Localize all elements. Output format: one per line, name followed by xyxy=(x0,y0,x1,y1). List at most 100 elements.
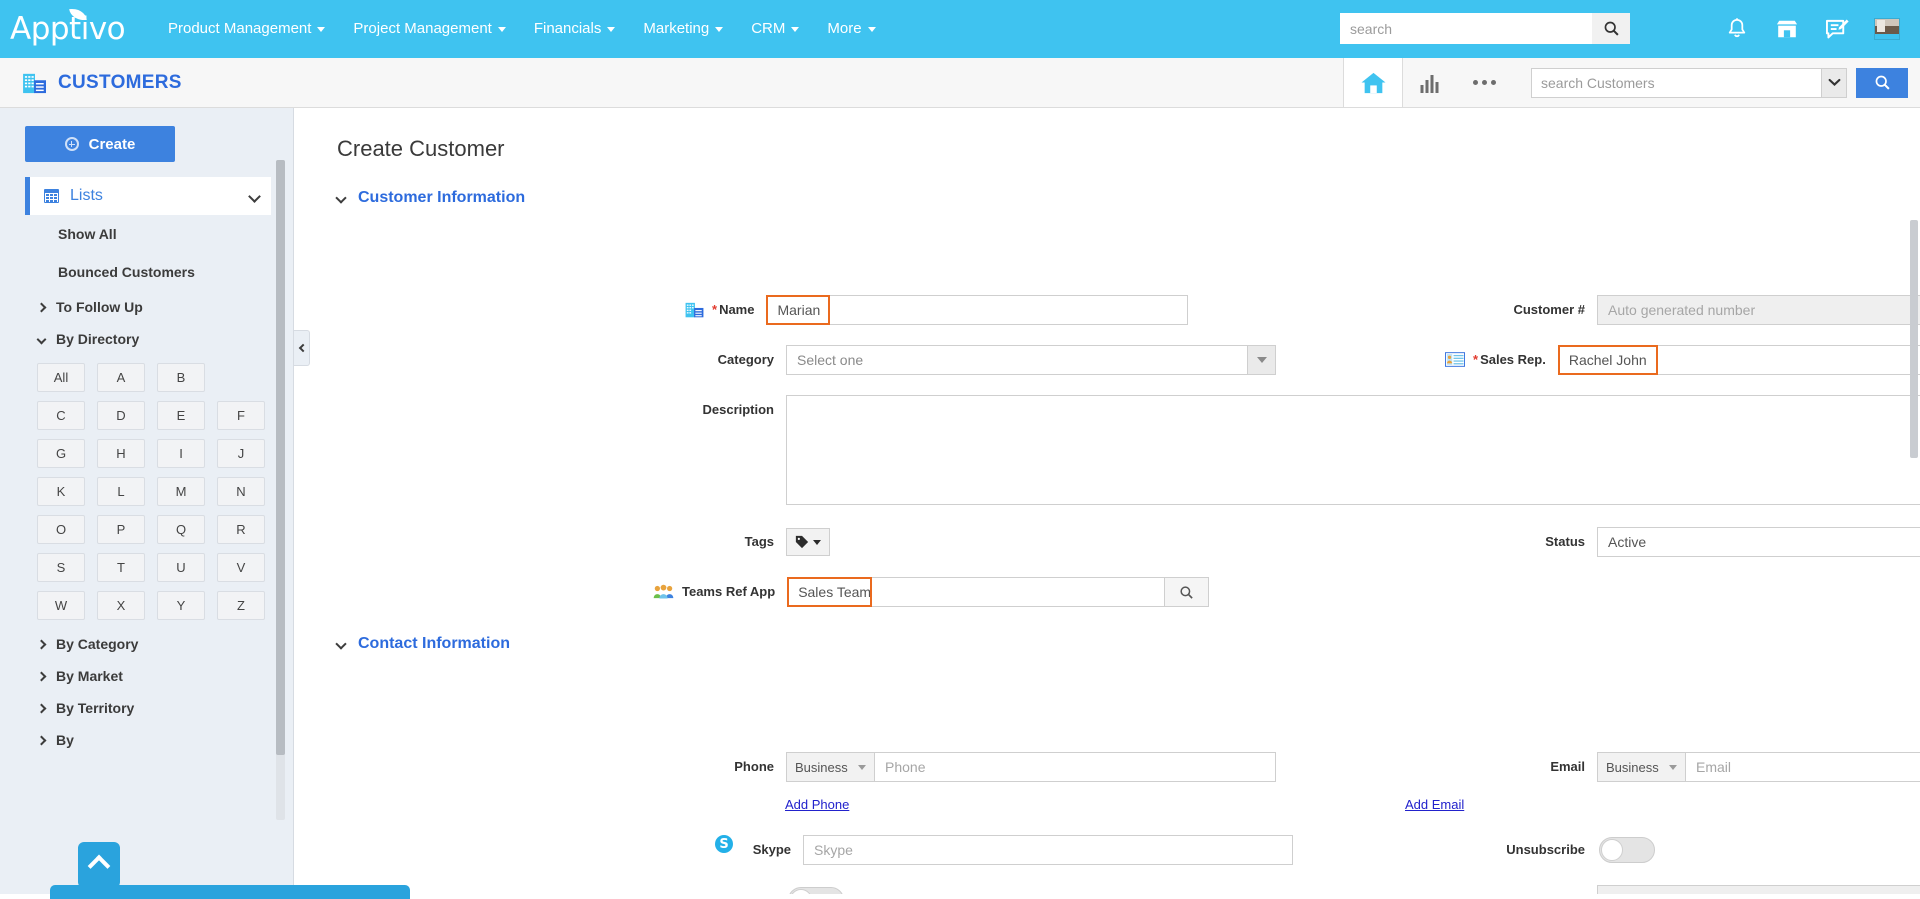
directory-letter-j[interactable]: J xyxy=(217,439,265,468)
directory-letter-q[interactable]: Q xyxy=(157,515,205,544)
sidebar-group-by-market[interactable]: By Market xyxy=(36,660,293,692)
directory-letter-o[interactable]: O xyxy=(37,515,85,544)
directory-letter-c[interactable]: C xyxy=(37,401,85,430)
main-scrollbar[interactable] xyxy=(1910,220,1918,458)
letter-label: T xyxy=(117,560,125,575)
sidebar-group-by-territory[interactable]: By Territory xyxy=(36,692,293,724)
nav-item-financials[interactable]: Financials xyxy=(520,0,630,58)
nav-item-more[interactable]: More xyxy=(813,0,889,58)
nav-item-project-management[interactable]: Project Management xyxy=(339,0,519,58)
field-row-tags: Tags xyxy=(685,527,830,557)
directory-letter-y[interactable]: Y xyxy=(157,591,205,620)
global-search-button[interactable] xyxy=(1592,13,1630,44)
letter-label: V xyxy=(236,560,246,575)
create-button[interactable]: Create xyxy=(25,126,175,162)
field-label-teams-ref-app: Teams Ref App xyxy=(682,584,776,599)
toggle-knob xyxy=(1601,839,1623,861)
sidebar-scrollbar[interactable] xyxy=(276,160,285,820)
app-search-button[interactable] xyxy=(1856,67,1908,98)
nav-label: More xyxy=(827,20,862,37)
sales-rep-input[interactable] xyxy=(1557,345,1920,375)
scroll-to-top-button[interactable] xyxy=(78,842,120,888)
nav-item-product-management[interactable]: Product Management xyxy=(154,0,339,58)
teams-ref-app-search-button[interactable] xyxy=(1165,577,1210,607)
directory-letter-d[interactable]: D xyxy=(97,401,145,430)
directory-letter-e[interactable]: E xyxy=(157,401,205,430)
nav-item-marketing[interactable]: Marketing xyxy=(629,0,737,58)
nav-label: Project Management xyxy=(353,20,492,37)
more-options-button[interactable] xyxy=(1457,58,1511,107)
note-edit-icon xyxy=(1825,19,1849,38)
directory-letter-l[interactable]: L xyxy=(97,477,145,506)
reports-button[interactable] xyxy=(1403,58,1457,107)
main-content: Create Customer Customer Information * Na… xyxy=(295,108,1920,894)
directory-letter-x[interactable]: X xyxy=(97,591,145,620)
email-type-select[interactable]: Business xyxy=(1597,752,1685,782)
customer-number-input[interactable] xyxy=(1597,295,1920,325)
apptivo-logo[interactable]: Apptivo xyxy=(10,6,132,49)
home-button[interactable] xyxy=(1344,58,1402,107)
directory-letter-n[interactable]: N xyxy=(217,477,265,506)
email-input[interactable] xyxy=(1685,752,1920,782)
field-row-customer-number: Customer # xyxy=(1475,295,1920,325)
sidebar-group-by-other[interactable]: By xyxy=(36,724,293,756)
directory-letter-a[interactable]: A xyxy=(97,363,145,392)
add-email-link[interactable]: Add Email xyxy=(1405,797,1464,812)
unsubscribe-toggle[interactable] xyxy=(1599,837,1655,863)
directory-letter-b[interactable]: B xyxy=(157,363,205,392)
teams-ref-app-input[interactable] xyxy=(787,577,1166,607)
global-search-input[interactable] xyxy=(1340,13,1592,44)
phone-input[interactable] xyxy=(874,752,1276,782)
directory-letter-g[interactable]: G xyxy=(37,439,85,468)
name-input[interactable] xyxy=(766,295,1189,325)
letter-label: C xyxy=(56,408,66,423)
grid-icon xyxy=(44,189,59,203)
notes-button[interactable] xyxy=(1812,0,1862,58)
sidebar-group-by-directory[interactable]: By Directory xyxy=(36,323,293,355)
user-avatar-button[interactable] xyxy=(1862,0,1912,58)
directory-letter-f[interactable]: F xyxy=(217,401,265,430)
directory-letter-w[interactable]: W xyxy=(37,591,85,620)
field-label-tags: Tags xyxy=(744,534,774,549)
status-select[interactable]: Active xyxy=(1597,527,1920,557)
nav-label: Marketing xyxy=(643,20,710,37)
sidebar-item-show-all[interactable]: Show All xyxy=(58,215,293,253)
letter-label: E xyxy=(176,408,186,423)
sidebar-item-bounced-customers[interactable]: Bounced Customers xyxy=(58,253,293,291)
directory-letter-k[interactable]: K xyxy=(37,477,85,506)
app-search-input[interactable] xyxy=(1531,67,1821,98)
phone-type-select[interactable]: Business xyxy=(786,752,874,782)
bounced-reason-textarea[interactable] xyxy=(1597,885,1920,894)
sidebar-item-lists[interactable]: Lists xyxy=(25,177,271,215)
directory-letter-z[interactable]: Z xyxy=(217,591,265,620)
directory-letter-i[interactable]: I xyxy=(157,439,205,468)
sidebar-group-label: By Directory xyxy=(56,331,140,347)
tags-dropdown-button[interactable] xyxy=(786,528,830,556)
nav-item-crm[interactable]: CRM xyxy=(737,0,813,58)
directory-letter-h[interactable]: H xyxy=(97,439,145,468)
category-select[interactable]: Select one xyxy=(786,345,1276,375)
directory-letter-t[interactable]: T xyxy=(97,553,145,582)
sidebar-group-to-follow-up[interactable]: To Follow Up xyxy=(36,291,293,323)
directory-letter-all[interactable]: All xyxy=(37,363,85,392)
app-search-dropdown[interactable] xyxy=(1821,67,1847,98)
directory-letter-p[interactable]: P xyxy=(97,515,145,544)
directory-letter-r[interactable]: R xyxy=(217,515,265,544)
sidebar-item-label: Show All xyxy=(58,226,117,242)
directory-letter-u[interactable]: U xyxy=(157,553,205,582)
bounced-toggle[interactable] xyxy=(788,887,844,894)
section-header-contact-information[interactable]: Contact Information xyxy=(335,635,510,653)
notifications-button[interactable] xyxy=(1712,0,1762,58)
sidebar-collapse-handle[interactable] xyxy=(294,330,310,366)
sidebar-group-by-category[interactable]: By Category xyxy=(36,628,293,660)
directory-letter-s[interactable]: S xyxy=(37,553,85,582)
chevron-right-icon xyxy=(36,639,47,649)
field-row-status: Status Active xyxy=(1475,527,1920,557)
marketplace-button[interactable] xyxy=(1762,0,1812,58)
description-textarea[interactable] xyxy=(786,395,1920,505)
add-phone-link[interactable]: Add Phone xyxy=(785,797,849,812)
directory-letter-v[interactable]: V xyxy=(217,553,265,582)
skype-input[interactable] xyxy=(803,835,1293,865)
directory-letter-m[interactable]: M xyxy=(157,477,205,506)
section-header-customer-information[interactable]: Customer Information xyxy=(335,189,1920,207)
